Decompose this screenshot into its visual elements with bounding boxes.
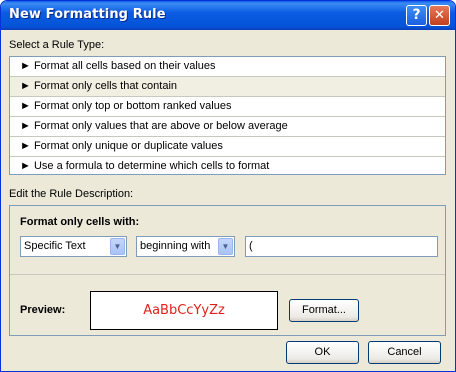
- rule-type-item[interactable]: ► Format all cells based on their values: [10, 57, 445, 77]
- preview-label: Preview:: [20, 304, 66, 316]
- rule-type-item-selected[interactable]: ► Format only cells that contain: [10, 77, 445, 97]
- condition-section: Format only cells with: Specific Text ▼ …: [10, 206, 445, 275]
- title-bar[interactable]: New Formatting Rule ? ✕: [1, 1, 455, 30]
- chevron-down-icon[interactable]: ▼: [110, 238, 125, 255]
- rule-type-item[interactable]: ► Format only values that are above or b…: [10, 117, 445, 137]
- triangle-right-icon: ►: [20, 160, 31, 172]
- close-button[interactable]: ✕: [429, 5, 450, 26]
- rule-description-label: Edit the Rule Description:: [9, 188, 134, 200]
- help-button[interactable]: ?: [406, 5, 427, 26]
- condition-select-value: Specific Text: [24, 240, 86, 252]
- triangle-right-icon: ►: [20, 140, 31, 152]
- operator-select-value: beginning with: [140, 240, 211, 252]
- chevron-down-icon[interactable]: ▼: [218, 238, 233, 255]
- triangle-right-icon: ►: [20, 100, 31, 112]
- rule-type-label: Select a Rule Type:: [9, 39, 105, 51]
- ok-button[interactable]: OK: [286, 341, 359, 364]
- rule-type-item[interactable]: ► Format only top or bottom ranked value…: [10, 97, 445, 117]
- condition-select[interactable]: Specific Text ▼: [20, 236, 127, 257]
- rule-type-item-label: Format only top or bottom ranked values: [33, 100, 232, 112]
- operator-select[interactable]: beginning with ▼: [136, 236, 235, 257]
- triangle-right-icon: ►: [20, 80, 31, 92]
- text-value: (: [249, 240, 253, 252]
- triangle-right-icon: ►: [20, 60, 31, 72]
- rule-type-item[interactable]: ► Use a formula to determine which cells…: [10, 157, 445, 176]
- format-cells-heading: Format only cells with:: [20, 216, 140, 228]
- dialog-window: New Formatting Rule ? ✕ Select a Rule Ty…: [0, 0, 456, 372]
- rule-type-item-label: Use a formula to determine which cells t…: [33, 160, 270, 172]
- rule-type-item-label: Format only unique or duplicate values: [33, 140, 223, 152]
- dialog-title: New Formatting Rule: [9, 7, 166, 22]
- format-button[interactable]: Format...: [289, 299, 359, 322]
- rule-type-item-label: Format only cells that contain: [33, 80, 178, 92]
- triangle-right-icon: ►: [20, 120, 31, 132]
- rule-description-panel: Format only cells with: Specific Text ▼ …: [9, 205, 446, 336]
- text-value-input[interactable]: (: [245, 236, 438, 257]
- format-preview: AaBbCcYyZz: [90, 291, 278, 330]
- cancel-button[interactable]: Cancel: [368, 341, 441, 364]
- rule-type-list[interactable]: ► Format all cells based on their values…: [9, 56, 446, 175]
- rule-type-item-label: Format only values that are above or bel…: [33, 120, 288, 132]
- rule-type-item-label: Format all cells based on their values: [33, 60, 216, 72]
- rule-type-item[interactable]: ► Format only unique or duplicate values: [10, 137, 445, 157]
